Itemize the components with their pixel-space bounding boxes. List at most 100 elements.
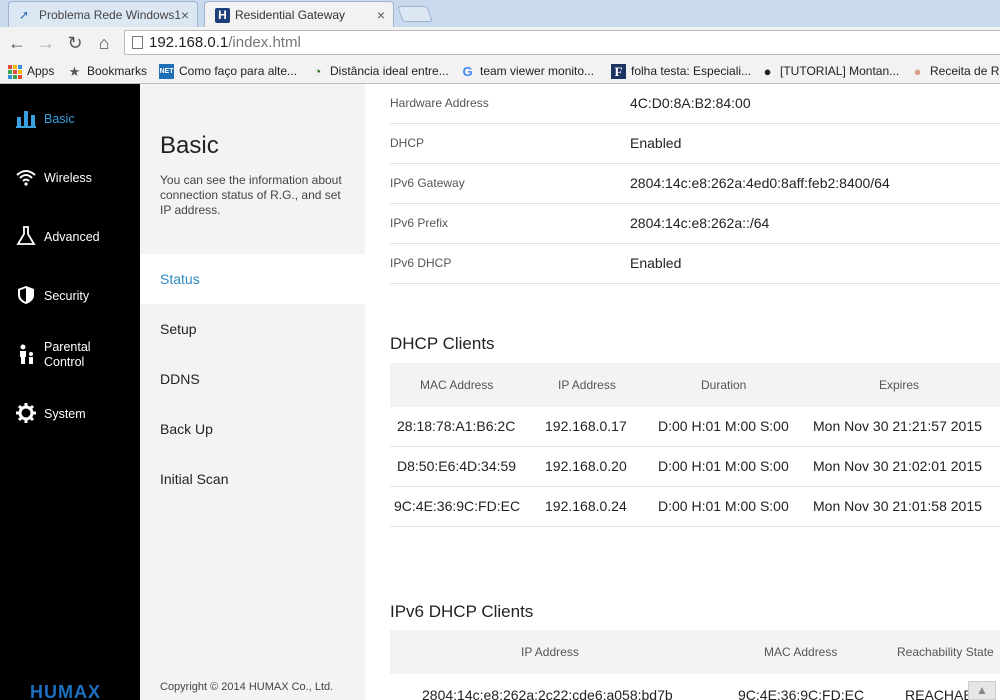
table-cell: 28:18:78:A1:B6:2C xyxy=(397,418,516,434)
status-key: DHCP xyxy=(390,136,425,150)
url-host: 192.168.0.1 xyxy=(149,34,229,51)
sidebar-item-basic[interactable]: Basic xyxy=(0,99,140,139)
sidebar-item-security[interactable]: Security xyxy=(0,276,140,316)
wifi-icon xyxy=(14,166,38,190)
subnav-item-setup[interactable]: Setup xyxy=(140,304,365,354)
scroll-to-top-button[interactable]: ▲ xyxy=(968,681,996,700)
subnav-item-back-up[interactable]: Back Up xyxy=(140,404,365,454)
subnav-item-ddns[interactable]: DDNS xyxy=(140,354,365,404)
table-cell: D:00 H:01 M:00 S:00 xyxy=(658,418,789,434)
table-row: 28:18:78:A1:B6:2C 192.168.0.17 D:00 H:01… xyxy=(390,407,1000,447)
sidebar-item-label: Basic xyxy=(44,112,75,126)
copyright-text: Copyright © 2014 HUMAX Co., Ltd. xyxy=(160,681,334,693)
sidebar-item-label: Advanced xyxy=(44,230,100,244)
flask-icon xyxy=(14,225,38,249)
folha-icon: F xyxy=(611,64,626,79)
dhcp-clients-table-header: MAC Address IP Address Duration Expires xyxy=(390,363,1000,407)
sidebar-item-advanced[interactable]: Advanced xyxy=(0,217,140,257)
site-icon: ● xyxy=(763,64,772,79)
status-key: Hardware Address xyxy=(390,96,489,110)
column-header: Expires xyxy=(879,378,920,392)
table-cell: 192.168.0.20 xyxy=(545,458,627,474)
reload-icon[interactable]: ↻ xyxy=(64,32,86,54)
bookmark-tutorial[interactable]: ● [TUTORIAL] Montan... xyxy=(760,63,900,79)
net-icon: NET xyxy=(159,64,174,79)
sidebar-item-label: Wireless xyxy=(44,171,92,185)
browser-toolbar: ← → ↻ ⌂ 192.168.0.1/index.html xyxy=(0,27,1000,58)
bookmark-team-viewer[interactable]: G team viewer monito... xyxy=(460,63,594,79)
humax-logo: HUMAX xyxy=(30,682,101,700)
page-icon xyxy=(132,36,143,49)
new-tab-button[interactable] xyxy=(397,6,433,22)
table-cell: 2804:14c:e8:262a:2c22:cde6:a058:bd7b xyxy=(422,687,673,700)
tab-residential-gateway[interactable]: H Residential Gateway × xyxy=(204,1,394,27)
close-tab-icon[interactable]: × xyxy=(181,2,189,27)
status-row-ipv6-gateway: IPv6 Gateway 2804:14c:e8:262a:4ed0:8aff:… xyxy=(390,164,1000,204)
bookmark-folha[interactable]: F folha testa: Especiali... xyxy=(611,63,751,79)
sidebar-item-label: Parental Control xyxy=(44,340,91,370)
gear-icon xyxy=(14,402,38,426)
bookmark-label: [TUTORIAL] Montan... xyxy=(780,64,900,78)
table-cell: Mon Nov 30 21:21:57 2015 xyxy=(813,418,982,434)
label-line1: Parental xyxy=(44,340,91,354)
home-icon[interactable]: ⌂ xyxy=(93,32,115,54)
forward-arrow-icon[interactable]: → xyxy=(35,32,57,54)
bookmark-label: team viewer monito... xyxy=(480,64,595,78)
dhcp-clients-title: DHCP Clients xyxy=(390,334,495,353)
main-sidebar: Basic Wireless Advanced Security Parenta… xyxy=(0,84,140,700)
column-header: IP Address xyxy=(558,378,616,392)
status-key: IPv6 Prefix xyxy=(390,216,449,230)
bookmark-label: Como faço para alte... xyxy=(179,64,298,78)
star-icon: ★ xyxy=(68,64,81,79)
back-arrow-icon[interactable]: ← xyxy=(6,32,28,54)
google-icon: G xyxy=(462,64,473,79)
address-bar[interactable]: 192.168.0.1/index.html xyxy=(124,30,1000,55)
table-row: 9C:4E:36:9C:FD:EC 192.168.0.24 D:00 H:01… xyxy=(390,487,1000,527)
tab-problema-rede[interactable]: ➚ Problema Rede Windows1 × xyxy=(8,1,198,27)
status-value: Enabled xyxy=(630,255,682,271)
bar-chart-icon xyxy=(14,107,38,131)
status-value: 2804:14c:e8:262a::/64 xyxy=(630,215,770,231)
table-cell: D8:50:E6:4D:34:59 xyxy=(397,458,517,474)
bookmark-receita[interactable]: ● Receita de Ris xyxy=(910,63,1000,79)
status-value: 2804:14c:e8:262a:4ed0:8aff:feb2:8400/64 xyxy=(630,175,890,191)
column-header: Duration xyxy=(701,378,747,392)
status-row-ipv6-dhcp: IPv6 DHCP Enabled xyxy=(390,244,1000,284)
bookmark-como-faco[interactable]: NET Como faço para alte... xyxy=(159,63,297,79)
bookmark-label: Receita de Ris xyxy=(930,64,1000,78)
sidebar-item-label: Security xyxy=(44,289,90,303)
table-cell: Mon Nov 30 21:02:01 2015 xyxy=(813,458,982,474)
status-value: Enabled xyxy=(630,135,682,151)
subnav-item-status[interactable]: Status xyxy=(140,254,365,304)
bookmark-apps[interactable]: Apps xyxy=(7,63,54,79)
status-row-dhcp: DHCP Enabled xyxy=(390,124,1000,164)
humax-favicon-icon: H xyxy=(215,8,230,23)
subnav-item-initial-scan[interactable]: Initial Scan xyxy=(140,454,365,504)
column-header: IP Address xyxy=(521,645,579,659)
table-cell: Mon Nov 30 21:01:58 2015 xyxy=(813,498,982,514)
column-header: MAC Address xyxy=(764,645,838,659)
url-path: /index.html xyxy=(228,34,301,51)
sidebar-item-wireless[interactable]: Wireless xyxy=(0,158,140,198)
tab-title: Residential Gateway xyxy=(235,8,346,22)
sidebar-item-system[interactable]: System xyxy=(0,394,140,434)
apps-grid-icon xyxy=(8,65,22,79)
close-tab-icon[interactable]: × xyxy=(377,2,385,27)
bookmarks-bar: Apps ★ Bookmarks NET Como faço para alte… xyxy=(0,58,1000,84)
column-header: Reachability State xyxy=(897,645,994,659)
shield-icon xyxy=(14,284,38,308)
label-line2: Control xyxy=(44,355,85,369)
page-description: You can see the information about connec… xyxy=(160,173,342,217)
status-key: IPv6 Gateway xyxy=(390,176,465,190)
sub-navigation-panel: Basic You can see the information about … xyxy=(140,84,365,700)
ipv6-clients-title: IPv6 DHCP Clients xyxy=(390,602,534,621)
table-row: D8:50:E6:4D:34:59 192.168.0.20 D:00 H:01… xyxy=(390,447,1000,487)
tab-title: Problema Rede Windows1 xyxy=(39,8,182,22)
bookmark-distancia[interactable]: ◔ Distância ideal entre... xyxy=(310,63,449,79)
table-cell: 9C:4E:36:9C:FD:EC xyxy=(394,498,521,514)
bookmark-bookmarks[interactable]: ★ Bookmarks xyxy=(67,63,147,79)
status-value: 4C:D0:8A:B2:84:00 xyxy=(630,95,751,111)
sidebar-item-parental-control[interactable]: Parental Control xyxy=(0,335,140,375)
browser-window: ➚ Problema Rede Windows1 × H Residential… xyxy=(0,0,1000,700)
page-title: Basic xyxy=(160,132,219,159)
